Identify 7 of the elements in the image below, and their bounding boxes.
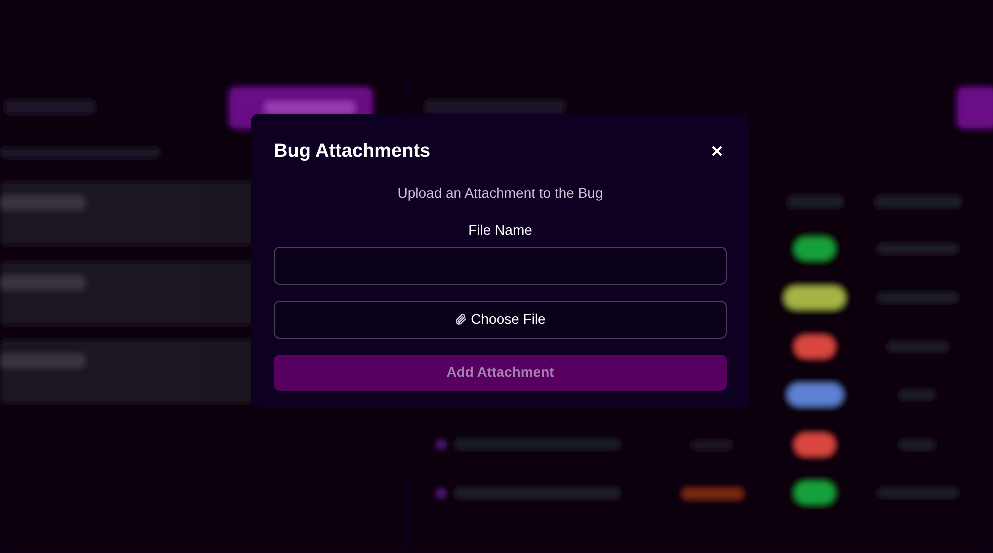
file-name-field[interactable] (274, 246, 727, 284)
dialog-title: Bug Attachments (274, 140, 431, 164)
dialog-subtitle: Upload an Attachment to the Bug (396, 184, 604, 203)
choose-file-button[interactable]: Choose File (274, 300, 727, 338)
close-button[interactable]: × (707, 142, 727, 162)
paperclip-icon (455, 313, 468, 326)
field-label: File Name (468, 220, 532, 240)
